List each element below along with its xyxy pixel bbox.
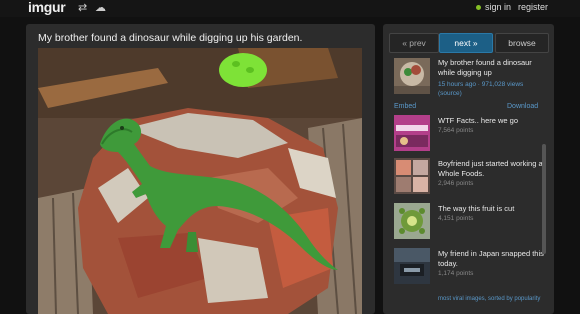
list-item[interactable]: Boyfriend just started working at Whole … bbox=[394, 158, 545, 196]
japan-thumbnail-image bbox=[394, 248, 430, 284]
list-item[interactable]: WTF Facts.. here we go 7,564 points bbox=[394, 115, 542, 153]
list-item[interactable]: The way this fruit is cut 4,151 points bbox=[394, 203, 542, 241]
footer-note[interactable]: most viral images, sorted by popularity bbox=[438, 296, 540, 302]
list-item-points: 7,564 points bbox=[438, 127, 474, 134]
browse-button[interactable]: browse bbox=[495, 33, 549, 53]
list-item-title: The way this fruit is cut bbox=[438, 204, 515, 213]
list-item-title: Boyfriend just started working at Whole … bbox=[438, 159, 545, 178]
post-panel: My brother found a dinosaur while diggin… bbox=[26, 24, 375, 314]
shuffle-icon[interactable]: ⇄ bbox=[78, 1, 87, 14]
list-thumbnail bbox=[394, 115, 430, 151]
sign-in-link[interactable]: sign in bbox=[476, 2, 511, 12]
dinosaur-photo bbox=[38, 48, 362, 314]
sidebar-scrollbar[interactable] bbox=[542, 144, 546, 254]
list-thumbnail bbox=[394, 158, 430, 194]
embed-link[interactable]: Embed bbox=[394, 103, 416, 110]
whole-foods-thumbnail-image bbox=[394, 158, 430, 194]
list-item-points: 1,174 points bbox=[438, 270, 474, 277]
source-link[interactable]: (source) bbox=[438, 90, 462, 97]
next-button[interactable]: next » bbox=[439, 33, 493, 53]
post-title: My brother found a dinosaur while diggin… bbox=[38, 32, 303, 44]
current-meta: 15 hours ago · 971,028 views (source) bbox=[438, 81, 524, 97]
list-item-title: WTF Facts.. here we go bbox=[438, 116, 519, 125]
online-dot-icon bbox=[476, 5, 481, 11]
post-image[interactable] bbox=[38, 48, 362, 314]
list-thumbnail bbox=[394, 248, 430, 284]
current-thumbnail-image bbox=[394, 58, 430, 94]
prev-button[interactable]: « prev bbox=[389, 33, 439, 53]
current-title[interactable]: My brother found a dinosaur while diggin… bbox=[438, 58, 548, 78]
list-item-points: 4,151 points bbox=[438, 215, 474, 222]
list-item-title: My friend in Japan snapped this today. bbox=[438, 249, 544, 268]
list-item-points: 2,946 points bbox=[438, 180, 474, 187]
wtf-facts-thumbnail-image bbox=[394, 115, 430, 151]
list-item[interactable]: My friend in Japan snapped this today. 1… bbox=[394, 248, 544, 286]
current-thumbnail[interactable] bbox=[394, 58, 430, 94]
list-thumbnail bbox=[394, 203, 430, 239]
upload-icon[interactable]: ☁ bbox=[95, 1, 106, 14]
imgur-logo[interactable]: imgur bbox=[28, 0, 66, 15]
register-link[interactable]: register bbox=[518, 2, 548, 12]
download-link[interactable]: Download bbox=[507, 103, 538, 110]
top-bar: imgur ⇄ ☁ sign in register bbox=[0, 0, 580, 17]
fruit-thumbnail-image bbox=[394, 203, 430, 239]
